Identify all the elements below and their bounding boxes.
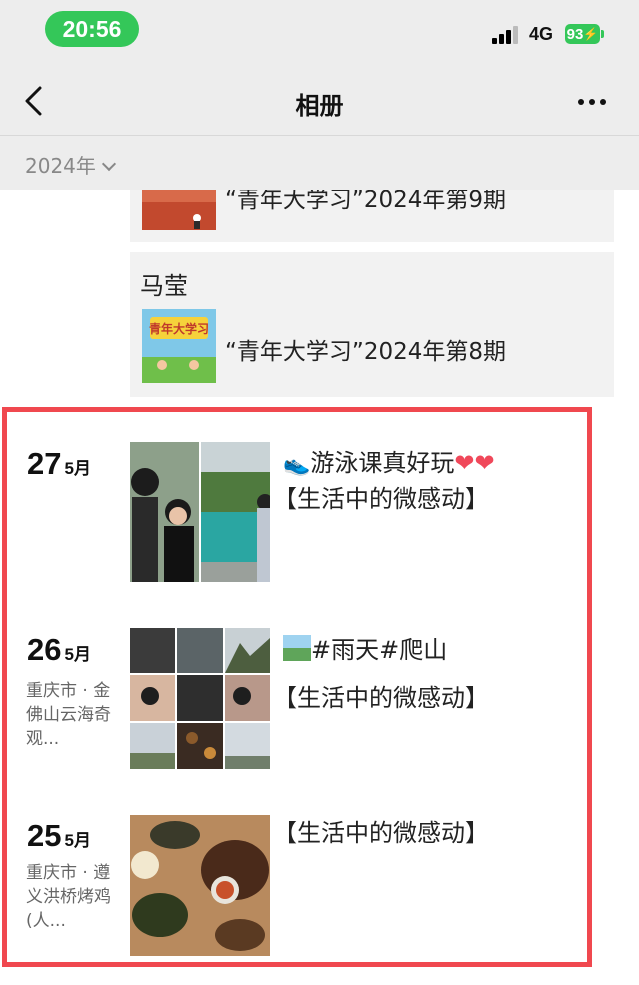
entry-caption-line1: #雨天#爬山: [283, 630, 447, 665]
entry-caption-text: 游泳课真好玩: [310, 449, 455, 477]
entry-date: 26 5月: [27, 632, 91, 668]
entry-day: 27: [27, 446, 62, 481]
sneaker-emoji-icon: 👟: [283, 452, 311, 477]
entry-day: 25: [27, 818, 62, 853]
entry-caption-text: #雨天#爬山: [311, 636, 448, 664]
heart-icon: ❤: [454, 449, 475, 477]
entry-caption-line2: 【生活中的微感动】: [273, 485, 489, 513]
entry-location: 重庆市 · 金佛山云海奇观...: [26, 681, 111, 749]
entry-day: 26: [27, 632, 62, 667]
battery-level: 93: [566, 25, 584, 43]
svg-text:青年大学习: 青年大学习: [149, 321, 209, 336]
mountain-emoji-icon: [283, 635, 311, 661]
year-selector-overlay[interactable]: 2024年: [25, 150, 116, 179]
shared-post-author: 马莹: [140, 272, 188, 300]
shared-post-thumbnail: 青年大学习: [142, 309, 216, 383]
year-label-overlay: 2024年: [25, 154, 96, 178]
battery-tip: [601, 30, 604, 38]
entry-caption-line1: 【生活中的微感动】: [273, 819, 489, 847]
entry-location: 重庆市 · 遵义洪桥烤鸡 (人...: [26, 863, 111, 931]
entry-caption-line2: 【生活中的微感动】: [273, 684, 489, 712]
entry-date: 25 5月: [27, 818, 91, 854]
photo-thumbnail[interactable]: [130, 442, 199, 582]
entry-month: 5月: [64, 459, 91, 478]
chevron-down-icon: [101, 156, 116, 172]
shared-post-thumbnail: [142, 190, 216, 230]
entry-date: 27 5月: [27, 446, 91, 482]
status-time: 20:56: [45, 11, 139, 47]
shared-post-caption: “青年大学习”2024年第8期: [225, 339, 506, 365]
more-dots-icon[interactable]: [578, 90, 614, 114]
page-title: 相册: [295, 92, 344, 120]
battery-icon: 93 ⚡: [565, 24, 600, 44]
heart-icon: ❤: [474, 449, 495, 477]
signal-icon: [492, 26, 520, 44]
entry-month: 5月: [64, 645, 91, 664]
entry-caption-line1: 👟游泳课真好玩❤❤: [283, 443, 495, 478]
photo-grid[interactable]: [130, 628, 270, 769]
network-type: 4G: [529, 24, 554, 44]
entry-month: 5月: [64, 831, 91, 850]
photo-thumbnail[interactable]: [201, 442, 270, 582]
photo-thumbnail[interactable]: [130, 815, 270, 956]
